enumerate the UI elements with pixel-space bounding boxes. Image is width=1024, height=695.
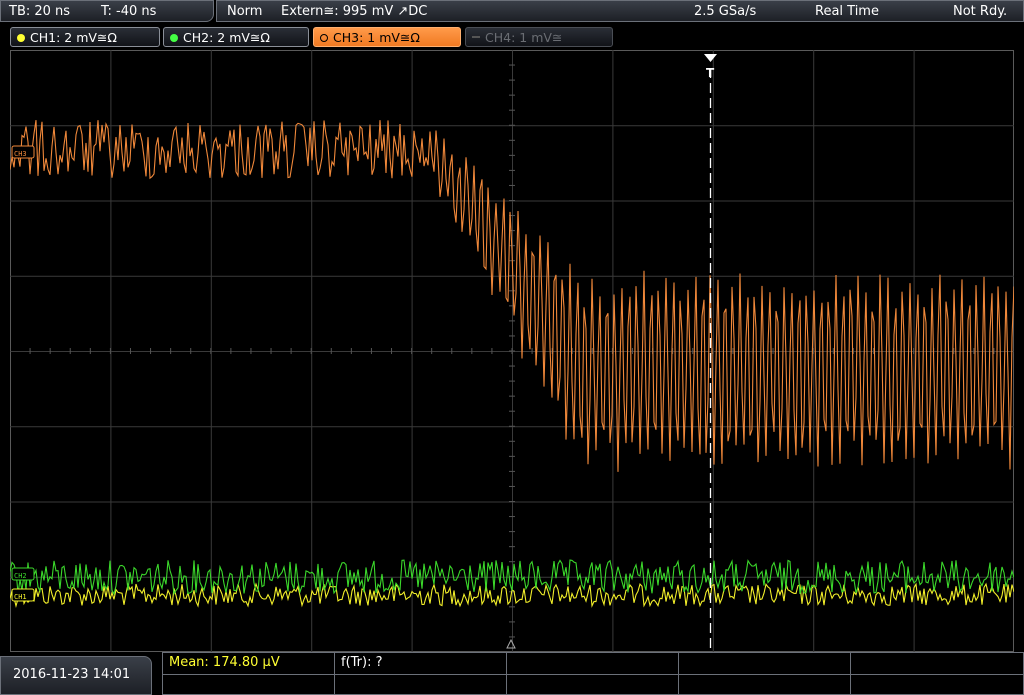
trigger-marker-label: T (706, 66, 715, 80)
measurement-panel[interactable]: Mean: 174.80 µV f(Tr): ? (162, 652, 1024, 695)
waveform-display[interactable]: CH3 CH2 CH1 T (10, 50, 1014, 652)
channel-4-indicator-icon (472, 36, 480, 38)
waveform-canvas[interactable]: CH3 CH2 CH1 T (10, 50, 1014, 652)
channel-2-label: CH2: 2 mV≅Ω (183, 30, 270, 45)
channel-2-button[interactable]: CH2: 2 mV≅Ω (163, 27, 309, 47)
status-text: Not Rdy. (953, 4, 1008, 19)
empty-measurement-cell[interactable] (679, 653, 851, 674)
empty-measurement-cell[interactable] (507, 674, 679, 695)
empty-measurement-cell[interactable] (163, 674, 335, 695)
channel-3-label: CH3: 1 mV≅Ω (333, 30, 420, 45)
channel-buttons-row: CH1: 2 mV≅Ω CH2: 2 mV≅Ω CH3: 1 mV≅Ω CH4:… (0, 25, 1024, 49)
mean-measurement[interactable]: Mean: 174.80 µV (163, 653, 335, 674)
measurement-row[interactable]: Mean: 174.80 µV f(Tr): ? (163, 653, 1023, 675)
trigger-mode[interactable]: Norm (227, 1, 262, 23)
empty-measurement-cell[interactable] (851, 674, 1023, 695)
bottom-bar: 2016-11-23 14:01 Mean: 174.80 µV f(Tr): … (0, 652, 1024, 695)
empty-measurement-cell[interactable] (851, 653, 1023, 674)
timebase-value[interactable]: TB: 20 ns (9, 1, 70, 23)
channel-1-label: CH1: 2 mV≅Ω (30, 30, 117, 45)
channel-1-offset-marker[interactable]: CH1 (14, 593, 27, 601)
channel-3-offset-marker[interactable]: CH3 (14, 150, 27, 158)
trigger-time-value[interactable]: T: -40 ns (101, 1, 156, 23)
channel-2-indicator-icon (170, 34, 178, 42)
acquisition-mode[interactable]: Real Time (815, 1, 879, 23)
ftr-measurement[interactable]: f(Tr): ? (335, 653, 507, 674)
channel-1-button[interactable]: CH1: 2 mV≅Ω (10, 27, 160, 47)
timebase-panel[interactable]: TB: 20 ns T: -40 ns (0, 0, 214, 22)
top-status-bar: TB: 20 ns T: -40 ns Norm Extern≅: 995 mV… (0, 0, 1024, 24)
acquisition-panel[interactable]: Norm Extern≅: 995 mV ↗DC 2.5 GSa/s Real … (216, 0, 1024, 22)
datetime-display: 2016-11-23 14:01 (0, 656, 152, 695)
trigger-source[interactable]: Extern≅: 995 mV ↗DC (281, 1, 427, 23)
channel-2-offset-marker[interactable]: CH2 (14, 572, 27, 580)
channel-1-indicator-icon (17, 34, 25, 42)
measurement-row[interactable] (163, 674, 1023, 695)
channel-3-indicator-icon (320, 34, 328, 42)
empty-measurement-cell[interactable] (335, 674, 507, 695)
channel-4-label: CH4: 1 mV≅ (485, 30, 563, 45)
channel-3-button[interactable]: CH3: 1 mV≅Ω (313, 27, 461, 47)
empty-measurement-cell[interactable] (679, 674, 851, 695)
empty-measurement-cell[interactable] (507, 653, 679, 674)
sample-rate[interactable]: 2.5 GSa/s (694, 1, 756, 23)
channel-4-button[interactable]: CH4: 1 mV≅ (465, 27, 613, 47)
